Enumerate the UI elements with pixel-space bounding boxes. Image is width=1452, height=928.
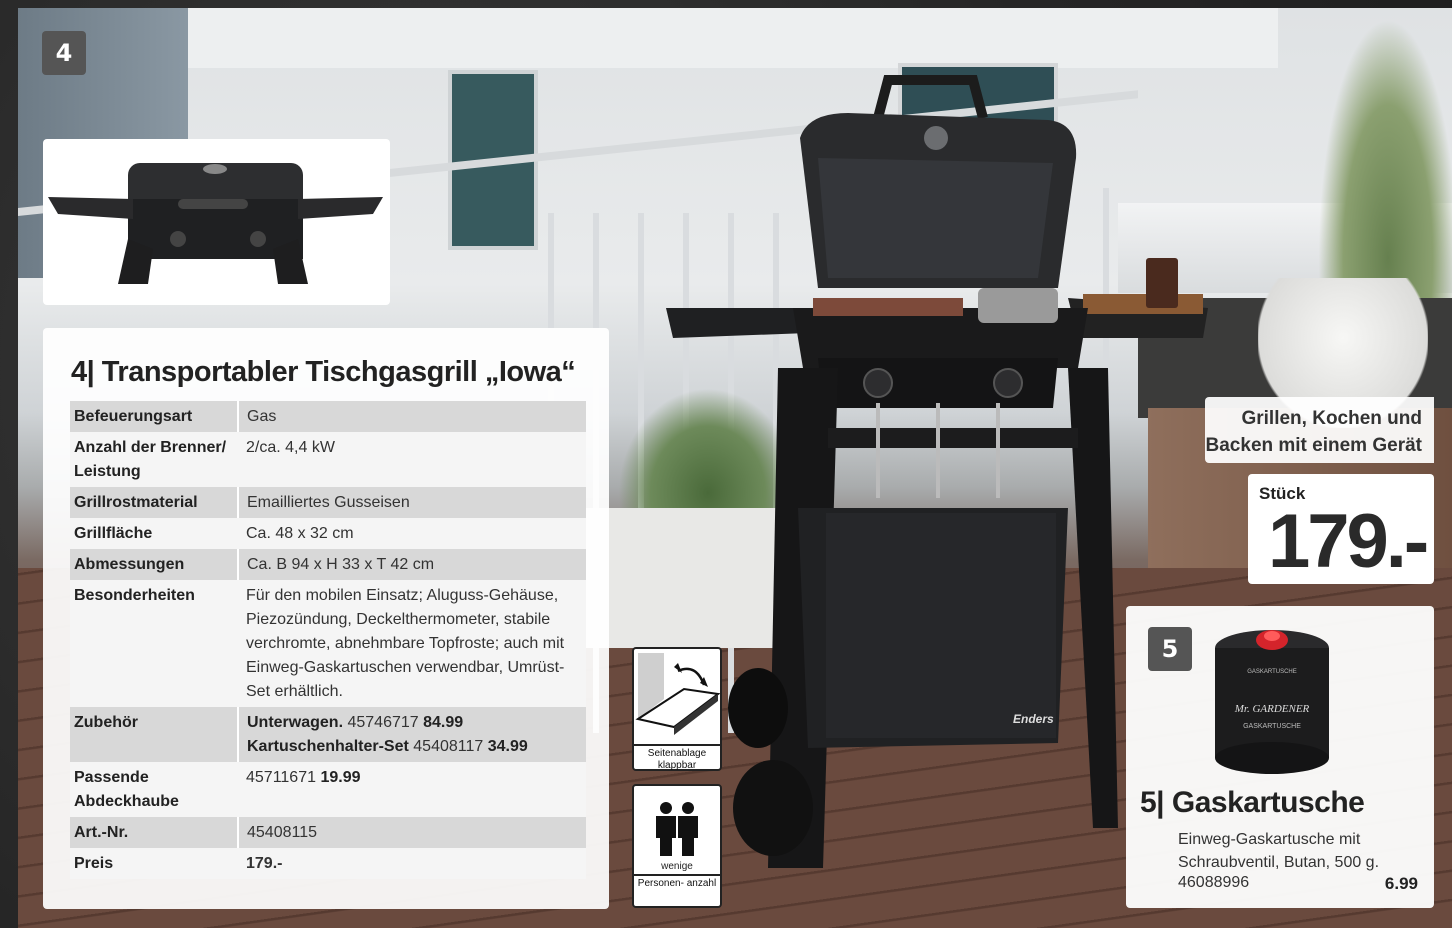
spec-value: Ca. 48 x 32 cm	[238, 518, 586, 549]
spec-value: 45408115	[237, 817, 586, 848]
spec-value: Ca. B 94 x H 33 x T 42 cm	[237, 549, 586, 580]
item5-panel: 5 GASKARTUSCHE Mr. GARDENER GASKARTUSCHE…	[1126, 606, 1434, 908]
spec-row: Art.-Nr. 45408115	[70, 817, 586, 848]
spec-row: Befeuerungsart Gas	[70, 401, 586, 432]
spec-key: Abmessungen	[70, 549, 238, 580]
accessory-name: Kartuschenhalter-Set	[247, 738, 409, 755]
spec-key: Grillrostmaterial	[70, 487, 238, 518]
spec-row: Preis 179.-	[70, 848, 586, 879]
product-info-panel: 4| Transportabler Tischgasgrill „Iowa“ B…	[43, 328, 609, 909]
spec-key: Besonderheiten	[70, 580, 238, 707]
spec-key: Preis	[70, 848, 238, 879]
pictogram-caption: Seitenablage klappbar	[634, 744, 720, 775]
price-value: 179.-	[1268, 499, 1429, 584]
accessory-price: 34.99	[487, 738, 528, 755]
spec-key: Art.-Nr.	[70, 817, 238, 848]
side-shelf-icon	[635, 652, 721, 736]
item5-description: Einweg-Gaskartusche mit Schraubventil, B…	[1178, 831, 1380, 871]
item5-price: 6.99	[1384, 874, 1418, 893]
page-number-badge: 4	[42, 31, 86, 75]
spec-value: Unterwagen. 45746717 84.99 Kartuschenhal…	[237, 707, 586, 762]
grill-brand: Enders	[1013, 712, 1054, 726]
gas-can-icon: GASKARTUSCHE Mr. GARDENER GASKARTUSCHE	[1215, 630, 1329, 774]
can-label: GASKARTUSCHE	[1243, 723, 1301, 730]
spec-row: Grillfläche Ca. 48 x 32 cm	[70, 518, 586, 549]
spec-value: 2/ca. 4,4 kW	[238, 432, 586, 487]
spec-key: Zubehör	[70, 707, 238, 762]
pictogram-people: wenige Personen- anzahl	[632, 784, 722, 908]
spec-row: Passende Abdeckhaube 45711671 19.99	[70, 762, 586, 817]
spec-value: Gas	[237, 401, 586, 432]
accessory-art: 45408117	[413, 738, 484, 755]
price-tag: Stück 179.-	[1248, 474, 1434, 584]
spec-key: Passende Abdeckhaube	[70, 762, 238, 817]
thumbnail-image	[43, 139, 390, 305]
accessory-art: 45746717	[347, 714, 419, 731]
spec-value: 179.-	[238, 848, 586, 879]
spec-key: Grillfläche	[70, 518, 238, 549]
tabletop-grill-icon	[48, 163, 383, 284]
spec-key: Befeuerungsart	[70, 401, 238, 432]
accessory-price: 84.99	[423, 714, 464, 731]
spec-value: 45711671 19.99	[238, 762, 586, 817]
cover-price: 19.99	[320, 769, 361, 786]
pictogram-side-shelf: Seitenablage klappbar	[632, 647, 722, 771]
spec-value: Für den mobilen Einsatz; Aluguss-Gehäuse…	[238, 580, 586, 707]
offer-slogan: Grillen, Kochen und Backen mit einem Ger…	[1205, 397, 1434, 463]
spec-row: Anzahl der Brenner/ Leistung 2/ca. 4,4 k…	[70, 432, 586, 487]
spec-row: Abmessungen Ca. B 94 x H 33 x T 42 cm	[70, 549, 586, 580]
item5-title: 5| Gaskartusche	[1140, 786, 1365, 819]
pictogram-caption: Personen- anzahl	[634, 874, 720, 893]
spec-table: Befeuerungsart Gas Anzahl der Brenner/ L…	[70, 401, 586, 879]
spec-row: Grillrostmaterial Emailliertes Gusseisen	[70, 487, 586, 518]
spec-row: Besonderheiten Für den mobilen Einsatz; …	[70, 580, 586, 707]
spec-key: Anzahl der Brenner/ Leistung	[70, 432, 238, 487]
slogan-line: Backen mit einem Gerät	[1205, 435, 1422, 456]
cover-art: 45711671	[246, 769, 316, 786]
can-brand: Mr. GARDENER	[1234, 703, 1310, 715]
accessory-name: Unterwagen.	[247, 714, 344, 731]
spec-value: Emailliertes Gusseisen	[237, 487, 586, 518]
spec-row: Zubehör Unterwagen. 45746717 84.99 Kartu…	[70, 707, 586, 762]
slogan-line: Grillen, Kochen und	[1241, 408, 1422, 429]
people-icon	[656, 802, 698, 856]
product-title: 4| Transportabler Tischgasgrill „Iowa“	[71, 356, 576, 388]
can-label-top: GASKARTUSCHE	[1247, 669, 1297, 675]
item5-art-number: 46088996	[1178, 874, 1250, 891]
